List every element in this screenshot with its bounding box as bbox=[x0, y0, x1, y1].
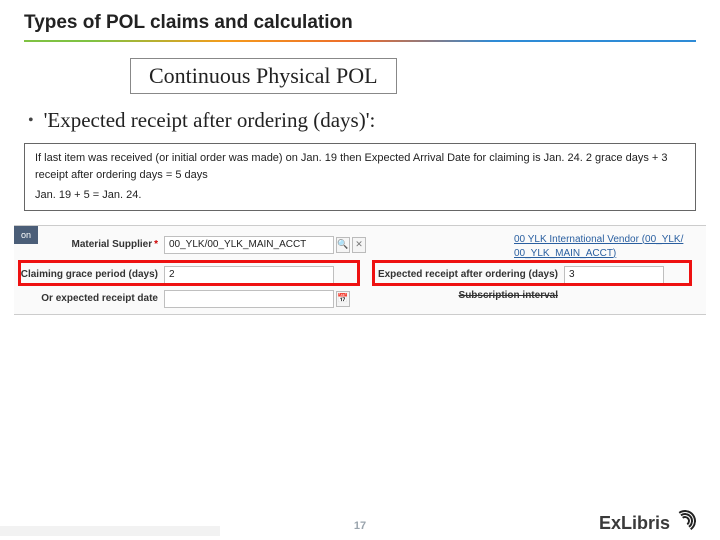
logo-text: ExLibris bbox=[599, 513, 670, 534]
explanation-box: If last item was received (or initial or… bbox=[24, 143, 696, 211]
divider bbox=[24, 40, 696, 42]
material-supplier-label: Material Supplier* bbox=[14, 239, 164, 250]
calendar-icon[interactable]: 📅 bbox=[336, 291, 350, 307]
subtitle-box: Continuous Physical POL bbox=[130, 58, 397, 94]
logo: ExLibris bbox=[599, 510, 698, 534]
highlight-claiming bbox=[18, 260, 360, 286]
bullet-line: •'Expected receipt after ordering (days)… bbox=[28, 108, 720, 133]
bullet-text: 'Expected receipt after ordering (days)'… bbox=[44, 108, 376, 132]
slide-title: Types of POL claims and calculation bbox=[0, 0, 720, 40]
highlight-expected bbox=[372, 260, 692, 286]
or-expected-date-label: Or expected receipt date bbox=[14, 293, 164, 304]
explanation-line2: Jan. 19 + 5 = Jan. 24. bbox=[35, 187, 685, 204]
subscription-interval-label: Subscription interval bbox=[364, 290, 564, 301]
footer-bar bbox=[0, 526, 220, 536]
clear-icon[interactable]: ✕ bbox=[352, 237, 366, 253]
logo-arc-icon bbox=[674, 510, 698, 534]
search-icon[interactable]: 🔍 bbox=[336, 237, 350, 253]
page-number: 17 bbox=[354, 520, 366, 532]
or-expected-date-input[interactable] bbox=[164, 290, 334, 308]
explanation-line1: If last item was received (or initial or… bbox=[35, 150, 685, 183]
vendor-link-line1[interactable]: 00 YLK International Vendor (00_YLK/ bbox=[514, 234, 683, 245]
form-screenshot: on Material Supplier* 00_YLK/00_YLK_MAIN… bbox=[14, 225, 706, 315]
material-supplier-input[interactable]: 00_YLK/00_YLK_MAIN_ACCT bbox=[164, 236, 334, 254]
vendor-link-line2[interactable]: 00_YLK_MAIN_ACCT) bbox=[514, 248, 616, 259]
footer: 17 ExLibris bbox=[0, 506, 720, 540]
